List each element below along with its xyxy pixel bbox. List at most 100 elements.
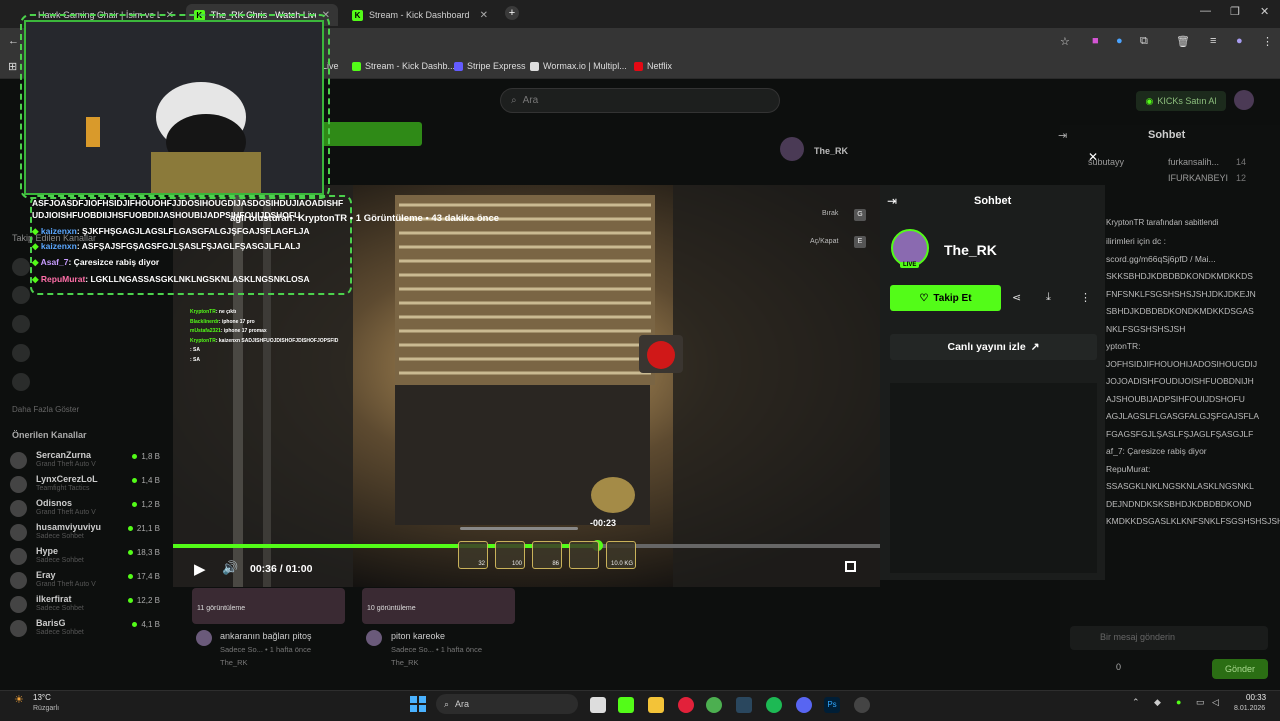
bookmark-label: Stripe Express xyxy=(467,61,526,71)
apps-icon[interactable]: ⊞ xyxy=(8,60,17,73)
task-view-icon[interactable] xyxy=(590,697,606,713)
kick-logo-icon xyxy=(352,61,361,71)
search-placeholder: Ara xyxy=(522,95,539,106)
recommended-channel[interactable]: husamviyuviyu Sadece Sohbet 21,1 B xyxy=(10,522,160,544)
channel-avatar xyxy=(10,620,27,637)
chat-message: AJSHOUBIJADPSIHFOUIJDSHOFU xyxy=(1106,393,1245,404)
viewer-count: 1,4 B xyxy=(132,476,160,485)
volume-icon[interactable]: 🔊 xyxy=(222,560,238,576)
speaker-icon[interactable]: ◁ xyxy=(1212,697,1219,708)
discord-icon[interactable] xyxy=(796,697,812,713)
tray-icon[interactable]: ◆ xyxy=(1154,697,1161,708)
collapse-icon[interactable]: ⇥ xyxy=(1058,129,1067,142)
recommended-channel[interactable]: BarisG Sadece Sohbet 4,1 B xyxy=(10,618,160,640)
follow-button[interactable]: ♡ Takip Et xyxy=(890,285,1001,311)
channel-avatar[interactable] xyxy=(12,258,30,276)
chat-input[interactable]: Bir mesaj gönderin xyxy=(1070,626,1268,650)
chat-message: SBHDJKDBDBDKONDKMDKKDSGAS xyxy=(1106,306,1254,316)
chat-title: Sohbet xyxy=(1148,129,1186,141)
extension-icon[interactable]: ● xyxy=(1116,35,1123,47)
kick-app-icon[interactable] xyxy=(618,697,634,713)
chat-toggle-icon[interactable]: ⇥ xyxy=(887,194,897,208)
channel-category: Grand Theft Auto V xyxy=(36,581,96,588)
play-icon[interactable]: ▶ xyxy=(194,560,206,578)
viewer-count: 1,2 B xyxy=(132,500,160,509)
channel-avatar[interactable] xyxy=(12,344,30,362)
share-icon[interactable]: ⋖ xyxy=(1012,291,1021,304)
channel-avatar[interactable] xyxy=(12,373,30,391)
tab-stream-dashboard[interactable]: K Stream - Kick Dashboard ✕ xyxy=(344,4,496,26)
network-icon[interactable]: ▭ xyxy=(1196,697,1205,708)
viewer-count: 4,1 B xyxy=(132,620,160,629)
bookmark-netflix[interactable]: Netflix xyxy=(634,61,672,71)
chat-text: : iphone 17 promax xyxy=(220,328,267,334)
channel-avatar xyxy=(10,500,27,517)
steam-icon[interactable] xyxy=(736,697,752,713)
user-avatar[interactable] xyxy=(1234,90,1254,110)
drop-hint: Bırak xyxy=(822,210,839,217)
star-icon[interactable]: ☆ xyxy=(1060,35,1070,48)
watch-live-button[interactable]: Canlı yayını izle ↗ xyxy=(890,334,1097,360)
windows-start-icon[interactable] xyxy=(410,696,426,712)
chat-text: : ne çıktı xyxy=(215,309,237,315)
search-input[interactable]: ⌕ Ara xyxy=(500,88,780,113)
clock-time[interactable]: 00:33 xyxy=(1246,693,1266,702)
recommended-channel[interactable]: Eray Grand Theft Auto V 17,4 B xyxy=(10,570,160,592)
file-explorer-icon[interactable] xyxy=(648,697,664,713)
back-icon[interactable]: ← xyxy=(8,35,19,47)
minimize-icon[interactable]: — xyxy=(1200,5,1211,17)
show-more-link[interactable]: Daha Fazla Göster xyxy=(12,405,79,414)
channel-name[interactable]: The_RK xyxy=(944,242,997,258)
spotify-icon[interactable] xyxy=(766,697,782,713)
send-button[interactable]: Gönder xyxy=(1212,659,1268,679)
chat-badge-icon: ◆ xyxy=(32,257,41,267)
close-icon[interactable]: ✕ xyxy=(1088,150,1098,164)
action-button-bg[interactable] xyxy=(318,122,422,146)
tray-chevron-icon[interactable]: ⌃ xyxy=(1132,697,1140,708)
recommended-channel[interactable]: Odisnos Grand Theft Auto V 1,2 B xyxy=(10,498,160,520)
channel-avatar xyxy=(10,476,27,493)
more-options-icon[interactable]: ⋮ xyxy=(1080,291,1091,304)
video-title[interactable]: piton kareoke xyxy=(391,631,445,641)
kicks-label: KICKs Satın Al xyxy=(1157,96,1217,106)
puzzle-icon[interactable]: ⧉ xyxy=(1140,35,1148,48)
channel-avatar xyxy=(10,596,27,613)
menu-icon[interactable]: ⋮ xyxy=(1262,35,1273,48)
recommended-channel[interactable]: ilkerfirat Sadece Sohbet 12,2 B xyxy=(10,594,160,616)
recommended-label: Önerilen Kanallar xyxy=(12,430,87,440)
weather-temp[interactable]: 13°C xyxy=(33,693,51,702)
bookmark-stream[interactable]: Stream - Kick Dashb... xyxy=(352,61,455,71)
chat-username: kaizenxn xyxy=(40,226,77,236)
recommended-channel[interactable]: LynxCerezLoL Teamfight Tactics 1,4 B xyxy=(10,474,160,496)
obs-icon[interactable] xyxy=(854,697,870,713)
video-meta: Sadece So... • 1 hafta önce xyxy=(391,645,483,654)
media-icon[interactable]: ≡ xyxy=(1210,35,1216,47)
taskbar-search[interactable]: ⌕ Ara xyxy=(436,694,578,714)
channel-avatar[interactable] xyxy=(12,315,30,333)
channel-name: BarisG xyxy=(36,618,66,628)
extension-icon[interactable]: ■ xyxy=(1092,35,1099,47)
photoshop-icon[interactable]: Ps xyxy=(824,697,840,713)
chat-message: FNFSNKLFSGSHSHSJSHJDKJDKEJN xyxy=(1106,288,1256,299)
close-window-icon[interactable]: ✕ xyxy=(1260,5,1269,18)
video-title[interactable]: ankaranın bağları pitoş xyxy=(220,631,312,641)
close-icon[interactable]: ✕ xyxy=(480,10,488,21)
bookmark-stripe[interactable]: Stripe Express xyxy=(454,61,526,71)
channel-category: Sadece Sohbet xyxy=(36,605,84,612)
mic-icon[interactable]: ● xyxy=(1176,697,1181,707)
chat-text: : ASFŞAJSFGŞAGSFGJLŞASLFŞJAGLFŞASGJLFLAL… xyxy=(76,241,301,251)
restore-icon[interactable]: ❐ xyxy=(1230,5,1240,18)
new-tab-button[interactable]: + xyxy=(505,6,519,20)
recommended-channel[interactable]: SercanZurna Grand Theft Auto V 1,8 B xyxy=(10,450,160,472)
recommended-channel[interactable]: Hype Sadece Sohbet 18,3 B xyxy=(10,546,160,568)
channel-avatar[interactable] xyxy=(12,286,30,304)
download-icon[interactable]: ⤓ xyxy=(1046,291,1051,304)
live-badge: LIVE xyxy=(900,262,920,268)
chrome-icon[interactable] xyxy=(706,697,722,713)
opera-icon[interactable] xyxy=(678,697,694,713)
fullscreen-icon[interactable] xyxy=(845,561,856,572)
bookmark-wormax[interactable]: Wormax.io | Multipl... xyxy=(530,61,627,71)
kicks-buy-button[interactable]: ◉ KICKs Satın Al xyxy=(1136,91,1226,111)
profile-icon[interactable]: ● xyxy=(1236,35,1243,47)
trash-icon[interactable]: 🗑 xyxy=(1176,35,1190,48)
